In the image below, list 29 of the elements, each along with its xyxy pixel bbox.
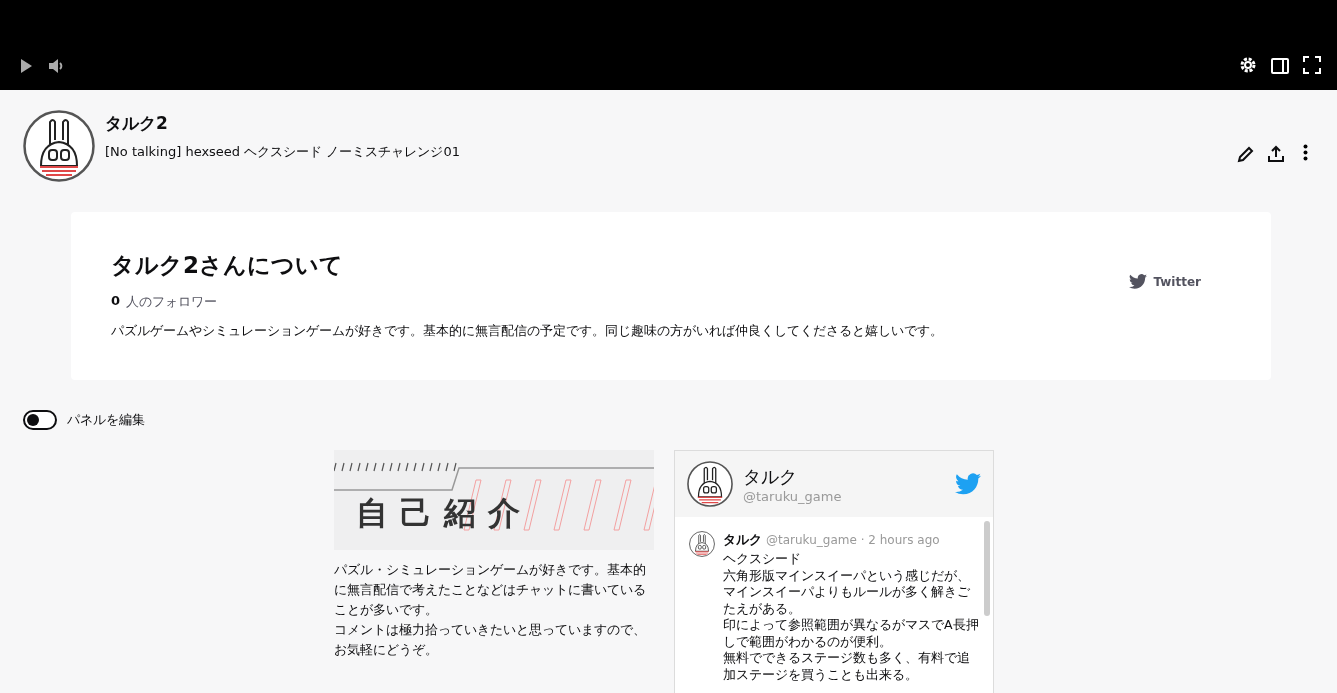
edit-panels-label: パネルを編集 (67, 411, 145, 429)
panel-description: パズル・シミュレーションゲームが好きです。基本的に無言配信で考えたことなどはチャットに書いていることが多いです。 コメントは極力拾っていきたいと思っていますので、お気軽にどうぞ。 (334, 561, 647, 659)
theatre-mode-button[interactable] (1271, 58, 1289, 74)
tweet-avatar (689, 531, 715, 557)
twitter-bird-icon (955, 473, 981, 495)
scrollbar[interactable] (984, 521, 990, 616)
tweet-text: ヘクスシード 六角形版マインスイーパという感じだが、マインスイーパよりもルールが多く解きごたえがある。 印によって参照範囲が異なるがマスでA長押しで範囲がわかるのが便利。 無料でできるステージ数も多く、有料で追加ステージを買うことも出来る。 (723, 551, 980, 683)
twitter-avatar (687, 461, 733, 507)
stream-title: [No talking] hexseed ヘクスシード ノーミスチャレンジ01 (105, 143, 461, 161)
about-description: パズルゲームやシミュレーションゲームが好きです。基本的に無言配信の予定です。同じ趣味の方がいれば仲良くしてくださると嬉しいです。 (111, 323, 944, 340)
settings-button[interactable] (1239, 56, 1257, 74)
twitter-link[interactable]: Twitter (1129, 274, 1201, 289)
play-button[interactable] (18, 58, 34, 74)
edit-button[interactable] (1236, 144, 1256, 164)
bird-icon (1129, 274, 1148, 289)
panel-title: 自己紹介 (356, 493, 532, 534)
twitter-name: タルク (743, 464, 798, 489)
twitter-handle: @taruku_game (743, 488, 843, 504)
follower-label: 人のフォロワー (126, 293, 218, 311)
channel-avatar (23, 110, 95, 182)
follower-count: 0 (111, 293, 121, 310)
fullscreen-button[interactable] (1303, 56, 1321, 74)
more-icon (1303, 144, 1308, 161)
channel-name: タルク2 (105, 112, 169, 135)
edit-panels-toggle[interactable] (23, 410, 57, 430)
tweet-author: タルク (723, 531, 762, 549)
about-title: タルク2さんについて (111, 251, 344, 280)
tweet-meta: @taruku_game · 2 hours ago (766, 533, 940, 547)
share-button[interactable] (1266, 144, 1286, 164)
